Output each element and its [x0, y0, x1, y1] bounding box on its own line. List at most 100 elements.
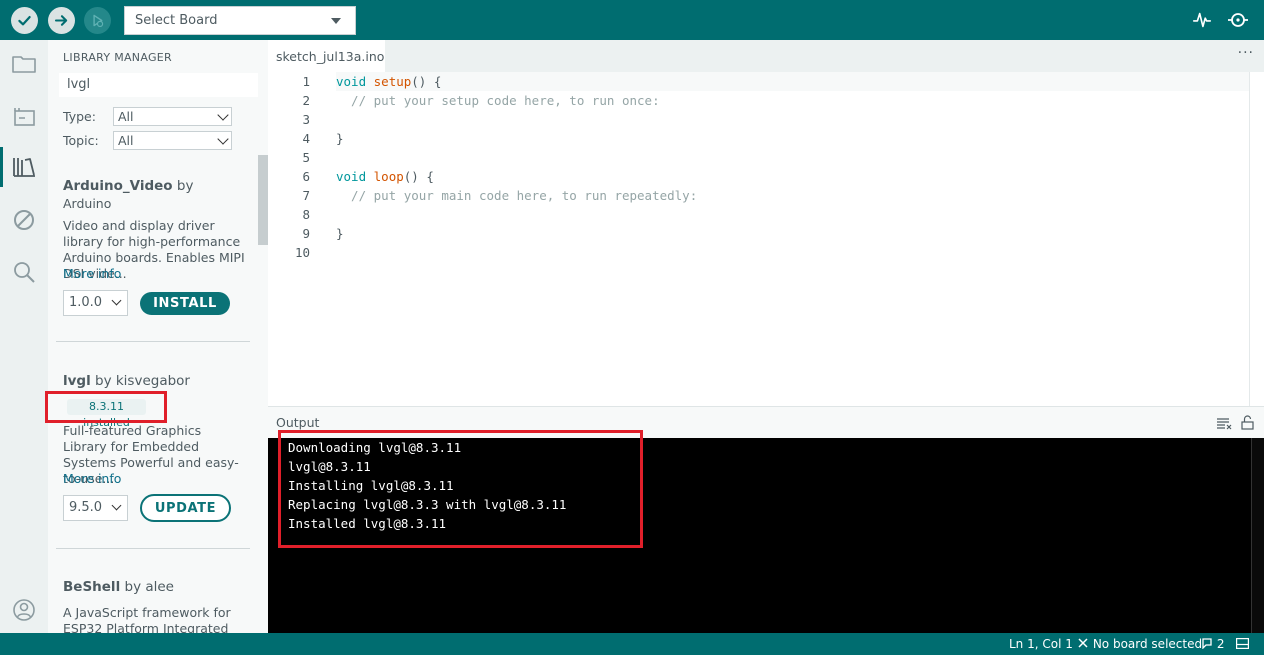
board-icon	[14, 108, 35, 126]
code-line: }	[336, 131, 344, 146]
code-token: setup	[373, 74, 412, 89]
highlight-box	[45, 391, 167, 423]
chevron-down-icon	[331, 18, 341, 24]
library-search-input[interactable]: lvgl	[59, 73, 258, 97]
version-select[interactable]: 9.5.0	[63, 495, 128, 521]
library-author: Arduino	[63, 196, 112, 211]
debug-button[interactable]	[84, 7, 111, 34]
line-number: 10	[294, 245, 310, 260]
editor-tab-bar: sketch_jul13a.ino ···	[268, 40, 1264, 72]
topic-filter-select[interactable]: All	[113, 131, 232, 150]
code-token: () {	[411, 74, 442, 89]
verify-button[interactable]	[11, 7, 38, 34]
cursor-position[interactable]: Ln 1, Col 1	[1009, 637, 1073, 651]
output-actions	[1216, 415, 1254, 434]
code-line: void loop() {	[336, 169, 434, 184]
unlock-icon[interactable]	[1241, 415, 1254, 430]
chevron-down-icon	[217, 109, 229, 121]
version-select[interactable]: 1.0.0	[63, 290, 128, 316]
more-info-link[interactable]: More info	[63, 471, 121, 486]
code-token: // put your setup code here, to run once…	[336, 93, 660, 108]
library-scrollbar-thumb[interactable]	[258, 155, 268, 245]
account-button[interactable]	[10, 596, 38, 624]
debug-icon	[93, 14, 104, 28]
board-status-label: No board selected	[1092, 637, 1203, 651]
board-select[interactable]: Select Board	[124, 6, 356, 35]
library-by: by	[176, 178, 194, 194]
current-line-highlight	[336, 72, 1250, 91]
active-indicator	[0, 147, 3, 187]
output-title: Output	[276, 415, 320, 430]
highlight-box	[278, 430, 643, 548]
code-token: }	[336, 131, 344, 146]
board-select-label: Select Board	[135, 13, 218, 28]
topic-filter-label: Topic:	[63, 133, 99, 148]
toggle-panel-icon[interactable]	[1236, 638, 1250, 652]
library-title: BeShell	[63, 579, 121, 595]
close-icon	[1078, 638, 1088, 648]
library-manager-button[interactable]	[10, 153, 38, 181]
debug-ban-icon	[14, 210, 34, 230]
chevron-down-icon	[217, 133, 229, 145]
library-name: lvgl by kisvegabor	[63, 373, 190, 389]
line-number: 6	[302, 169, 310, 184]
code-line: void setup() {	[336, 74, 441, 89]
clear-lines-icon[interactable]	[1216, 416, 1232, 430]
type-filter-select[interactable]: All	[113, 107, 232, 126]
library-title: lvgl	[63, 373, 91, 389]
debug-panel-button[interactable]	[10, 206, 38, 234]
library-name: BeShell by alee	[63, 579, 174, 595]
check-icon	[18, 15, 31, 26]
more-info-link[interactable]: More info	[63, 266, 121, 281]
update-button[interactable]: UPDATE	[140, 494, 231, 522]
code-line: }	[336, 226, 344, 241]
line-number: 9	[302, 226, 310, 241]
magnifier-icon	[1228, 13, 1248, 27]
line-number: 5	[302, 150, 310, 165]
code-token: void	[336, 169, 374, 184]
board-status[interactable]: No board selected	[1077, 637, 1202, 651]
library-manager-panel: LIBRARY MANAGER lvgl Type: All Topic: Al…	[48, 40, 268, 633]
notifications-button[interactable]: 2	[1201, 637, 1224, 651]
search-button[interactable]	[10, 258, 38, 286]
search-icon	[14, 262, 35, 283]
type-filter-value: All	[118, 109, 134, 124]
sketchbook-button[interactable]	[10, 50, 38, 78]
line-number: 8	[302, 207, 310, 222]
card-divider	[56, 341, 250, 342]
code-token: // put your main code here, to run repea…	[336, 188, 698, 203]
version-value: 1.0.0	[69, 295, 103, 310]
code-token: void	[336, 74, 374, 89]
upload-button[interactable]	[48, 7, 75, 34]
line-number: 3	[302, 112, 310, 127]
library-by: by kisvegabor	[95, 373, 190, 389]
line-number: 2	[302, 93, 310, 108]
boards-manager-button[interactable]	[10, 103, 38, 131]
code-line: // put your main code here, to run repea…	[336, 188, 697, 203]
status-bar: Ln 1, Col 1 No board selected 2	[0, 633, 1264, 655]
chevron-down-icon	[111, 500, 122, 511]
notification-count: 2	[1216, 637, 1225, 651]
output-scrollbar[interactable]	[1251, 438, 1264, 633]
library-title: Arduino_Video	[63, 178, 173, 194]
serial-monitor-button[interactable]	[1226, 8, 1250, 32]
chevron-down-icon	[111, 295, 122, 306]
code-line: // put your setup code here, to run once…	[336, 93, 660, 108]
code-editor[interactable]: 1 2 3 4 5 6 7 8 9 10 void setup() { // put your s…	[268, 72, 1264, 406]
code-token: }	[336, 226, 344, 241]
line-number: 4	[302, 131, 310, 146]
tab-sketch[interactable]: sketch_jul13a.ino	[268, 40, 385, 72]
account-icon	[13, 599, 35, 621]
serial-plotter-button[interactable]	[1190, 8, 1214, 32]
install-button[interactable]: INSTALL	[140, 292, 230, 315]
card-divider	[56, 548, 250, 549]
library-search-value: lvgl	[67, 77, 91, 92]
notification-icon	[1202, 638, 1212, 650]
editor-scrollbar[interactable]	[1249, 72, 1250, 406]
library-description: A JavaScript framework for ESP32 Platfor…	[63, 605, 231, 633]
code-token: loop	[373, 169, 404, 184]
line-number: 1	[302, 74, 310, 89]
ellipsis-icon[interactable]: ···	[1238, 45, 1254, 61]
topic-filter-value: All	[118, 133, 134, 148]
pulse-icon	[1192, 12, 1212, 28]
